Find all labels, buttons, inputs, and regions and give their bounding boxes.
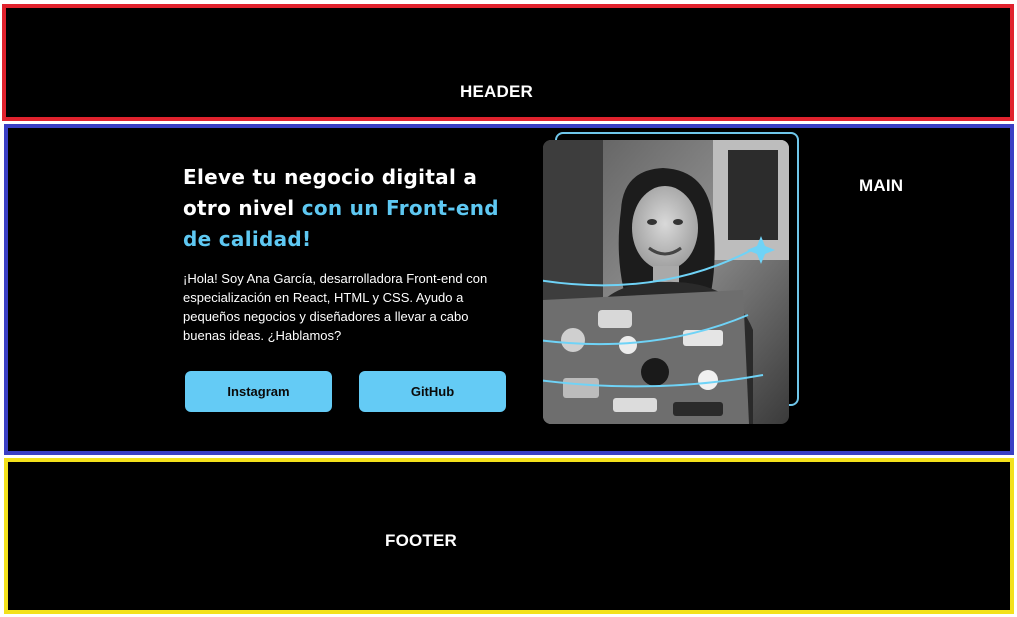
profile-photo-container — [543, 132, 805, 424]
instagram-button[interactable]: Instagram — [185, 371, 332, 412]
footer-label: FOOTER — [385, 531, 458, 550]
header-label: HEADER — [460, 82, 533, 101]
hero-headline: Eleve tu negocio digital a otro nivel co… — [183, 162, 513, 255]
github-button[interactable]: GitHub — [359, 371, 506, 412]
page: HEADER MAIN Eleve tu negocio digital a o… — [0, 0, 1017, 617]
footer-region: FOOTER — [4, 458, 1014, 614]
profile-photo — [543, 140, 789, 424]
hero-description: ¡Hola! Soy Ana García, desarrolladora Fr… — [183, 271, 488, 343]
header-region: HEADER — [2, 4, 1014, 121]
main-region: MAIN Eleve tu negocio digital a otro niv… — [4, 124, 1014, 455]
main-label: MAIN — [859, 176, 904, 195]
